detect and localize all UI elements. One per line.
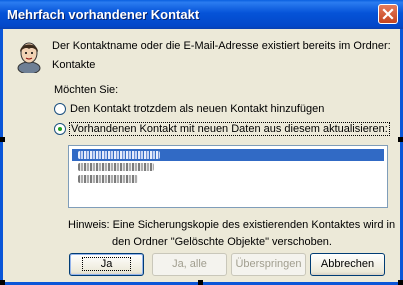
hint-text-2: den Ordner "Gelöschte Objekte" verschobe… (112, 236, 332, 248)
hint-text: Hinweis: Eine Sicherungskopie des existi… (68, 219, 396, 231)
title-bar: Mehrfach vorhandener Kontakt (0, 0, 403, 29)
existing-contacts-list[interactable] (68, 145, 388, 208)
resize-handle (198, 280, 203, 285)
yes-button[interactable]: Ja (69, 253, 144, 276)
window-title: Mehrfach vorhandener Kontakt (7, 7, 200, 22)
contact-icon (17, 42, 41, 73)
yes-all-button[interactable]: Ja, alle (152, 253, 227, 276)
question-label: Möchten Sie: (54, 84, 119, 96)
radio-selected-dot (58, 127, 62, 131)
resize-handle (0, 280, 5, 285)
option-add-new-label: Den Kontakt trotzdem als neuen Kontakt h… (70, 103, 325, 115)
cancel-button[interactable]: Abbrechen (310, 253, 385, 276)
redacted-text (78, 151, 160, 159)
message-text: Der Kontaktname oder die E-Mail-Adresse … (52, 40, 391, 52)
redacted-text (78, 163, 154, 171)
folder-name: Kontakte (52, 59, 96, 71)
list-item[interactable] (72, 161, 384, 173)
list-item[interactable] (72, 149, 384, 161)
radio-add-new[interactable] (54, 103, 66, 115)
resize-handle (398, 280, 403, 285)
close-button[interactable] (378, 4, 398, 24)
redacted-text (78, 175, 138, 183)
close-icon (382, 8, 394, 20)
resize-handle (0, 137, 5, 142)
list-item[interactable] (72, 173, 384, 185)
skip-button[interactable]: Überspringen (231, 253, 306, 276)
option-update-existing-label: Vorhandenen Kontakt mit neuen Daten aus … (69, 122, 390, 136)
resize-handle (398, 137, 403, 142)
yes-button-label: Ja (81, 257, 132, 271)
radio-update-existing[interactable] (54, 123, 66, 135)
